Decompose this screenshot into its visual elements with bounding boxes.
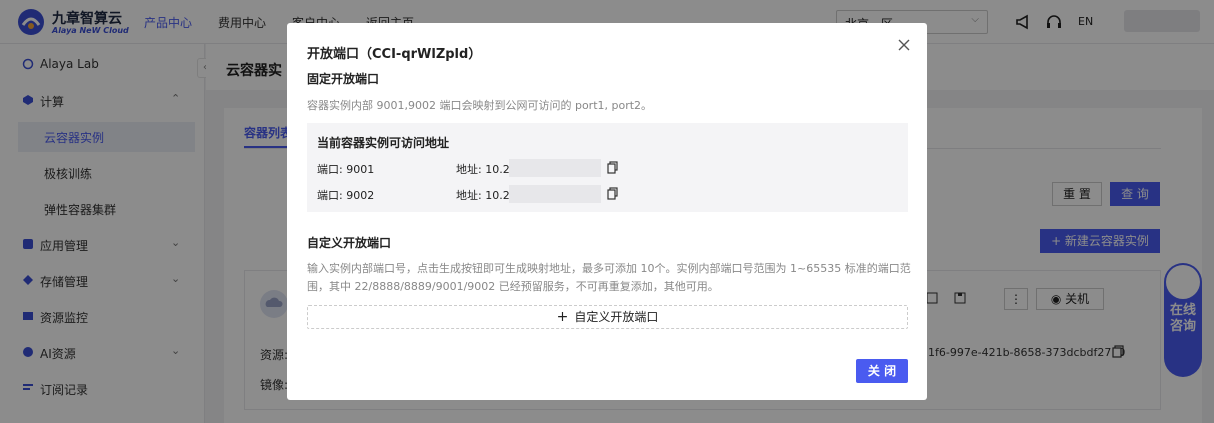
add-custom-port-label: 自定义开放端口 bbox=[574, 310, 659, 324]
close-icon[interactable] bbox=[897, 38, 911, 52]
port-label: 端口: 9001 bbox=[317, 163, 375, 176]
port-row: 端口: 9002 地址: 10.2 bbox=[317, 185, 897, 203]
plus-icon: + bbox=[556, 309, 569, 325]
custom-ports-heading: 自定义开放端口 bbox=[307, 236, 392, 250]
open-port-dialog: 开放端口（CCI-qrWlZpld） 固定开放端口 容器实例内部 9001,90… bbox=[287, 23, 927, 400]
copy-icon[interactable] bbox=[607, 187, 618, 200]
port-row: 端口: 9001 地址: 10.2 bbox=[317, 159, 897, 177]
accessible-address-box: 当前容器实例可访问地址 端口: 9001 地址: 10.2 端口: 9002 地… bbox=[307, 123, 908, 212]
fixed-ports-heading: 固定开放端口 bbox=[307, 72, 380, 86]
add-custom-port-button[interactable]: + 自定义开放端口 bbox=[307, 305, 908, 329]
accessible-address-heading: 当前容器实例可访问地址 bbox=[317, 136, 450, 150]
fixed-ports-description: 容器实例内部 9001,9002 端口会映射到公网可访问的 port1, por… bbox=[307, 99, 653, 112]
close-dialog-button[interactable]: 关 闭 bbox=[856, 359, 908, 383]
address-redacted bbox=[509, 185, 601, 203]
copy-icon[interactable] bbox=[607, 161, 618, 174]
custom-ports-description: 输入实例内部端口号，点击生成按钮即可生成映射地址，最多可添加 10个。实例内部端… bbox=[307, 262, 911, 293]
address-label: 地址: 10.2 bbox=[456, 163, 510, 176]
dialog-title: 开放端口（CCI-qrWlZpld） bbox=[307, 47, 482, 62]
port-label: 端口: 9002 bbox=[317, 189, 375, 202]
address-label: 地址: 10.2 bbox=[456, 189, 510, 202]
address-redacted bbox=[509, 159, 601, 177]
